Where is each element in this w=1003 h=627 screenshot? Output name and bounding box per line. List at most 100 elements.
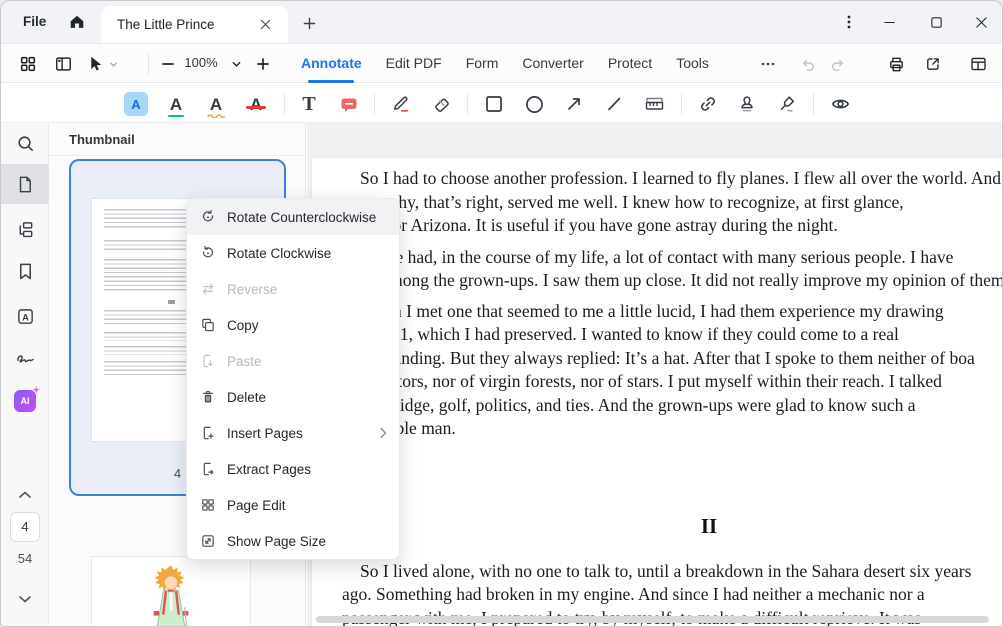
tab-annotate[interactable]: Annotate bbox=[301, 44, 362, 83]
highlight-tool-button[interactable]: A bbox=[120, 88, 152, 120]
menu-item-extract-pages[interactable]: Extract Pages bbox=[187, 451, 399, 487]
select-tool-button[interactable] bbox=[83, 49, 121, 79]
next-page-button[interactable] bbox=[1, 579, 49, 619]
show-hide-annotations-button[interactable] bbox=[824, 88, 856, 120]
horizontal-scrollbar[interactable] bbox=[316, 616, 989, 623]
menu-item-label: Copy bbox=[227, 318, 259, 333]
text-line: understanding. But they always replied: … bbox=[342, 347, 1002, 371]
tab-protect[interactable]: Protect bbox=[608, 44, 652, 83]
layout-icon bbox=[969, 55, 988, 73]
tab-form[interactable]: Form bbox=[466, 44, 499, 83]
page-size-icon bbox=[199, 532, 217, 550]
chapter-heading: II bbox=[342, 514, 1002, 539]
text-line: I have had, in the course of my life, a … bbox=[342, 246, 1002, 270]
signature-panel-button[interactable] bbox=[1, 336, 49, 376]
rotate-cw-icon bbox=[199, 244, 217, 262]
titlebar: File The Little Prince bbox=[1, 1, 1002, 43]
close-button[interactable] bbox=[964, 1, 998, 43]
measure-tool-button[interactable] bbox=[638, 88, 670, 120]
home-button[interactable] bbox=[63, 8, 91, 36]
redo-button[interactable] bbox=[823, 49, 853, 79]
plus-icon bbox=[303, 17, 316, 30]
zoom-out-button[interactable] bbox=[153, 49, 183, 79]
print-button[interactable] bbox=[881, 49, 911, 79]
extract-pages-icon bbox=[199, 460, 217, 478]
signature-tool-button[interactable] bbox=[771, 88, 803, 120]
ai-assistant-button[interactable]: AI ✦ bbox=[1, 381, 49, 421]
titlebar-menu-button[interactable] bbox=[832, 1, 866, 43]
thumbnail-page-5[interactable] bbox=[91, 556, 251, 627]
tab-edit-pdf[interactable]: Edit PDF bbox=[386, 44, 442, 83]
strikethrough-tool-button[interactable]: A bbox=[240, 88, 272, 120]
tab-converter[interactable]: Converter bbox=[522, 44, 583, 83]
squiggly-icon: A bbox=[205, 91, 227, 117]
toolbar-separator bbox=[467, 93, 468, 115]
file-menu[interactable]: File bbox=[17, 1, 52, 43]
new-tab-button[interactable] bbox=[296, 10, 322, 36]
text-line: China, or Arizona. It is useful if you h… bbox=[342, 214, 1002, 238]
more-tabs-button[interactable] bbox=[753, 49, 783, 79]
outline-panel-button[interactable] bbox=[1, 209, 49, 249]
zoom-in-button[interactable] bbox=[248, 49, 278, 79]
redo-icon bbox=[829, 56, 847, 73]
text-tool-icon: T bbox=[302, 93, 315, 116]
menu-item-rotate-counterclockwise[interactable]: Rotate Counterclockwise bbox=[187, 199, 399, 235]
line-tool-button[interactable] bbox=[598, 88, 630, 120]
share-export-button[interactable] bbox=[918, 49, 948, 79]
reading-layout-button[interactable] bbox=[963, 49, 993, 79]
menu-item-label: Page Edit bbox=[227, 498, 286, 513]
sidebar-toggle-button[interactable] bbox=[48, 49, 78, 79]
underline-tool-button[interactable]: A bbox=[160, 88, 192, 120]
arrow-icon bbox=[565, 95, 583, 113]
search-icon bbox=[16, 134, 35, 153]
circle-icon bbox=[525, 95, 544, 114]
eraser-tool-button[interactable] bbox=[425, 88, 457, 120]
rectangle-tool-button[interactable] bbox=[478, 88, 510, 120]
strikethrough-letter: A bbox=[250, 96, 262, 113]
menu-item-page-edit[interactable]: Page Edit bbox=[187, 487, 399, 523]
annotation-panel-button[interactable]: A bbox=[1, 296, 49, 336]
toolbar-separator bbox=[681, 93, 682, 115]
squiggly-tool-button[interactable]: A bbox=[200, 88, 232, 120]
tab-tools[interactable]: Tools bbox=[676, 44, 709, 83]
close-icon bbox=[975, 16, 988, 29]
document-viewer[interactable]: So I had to choose another profession. I… bbox=[307, 123, 1002, 626]
link-tool-button[interactable] bbox=[692, 88, 724, 120]
document-tab[interactable]: The Little Prince bbox=[101, 6, 288, 43]
toolbar-separator bbox=[148, 54, 149, 74]
search-panel-button[interactable] bbox=[1, 123, 49, 163]
comment-tool-button[interactable] bbox=[333, 88, 365, 120]
undo-button[interactable] bbox=[793, 49, 823, 79]
menu-item-show-page-size[interactable]: Show Page Size bbox=[187, 523, 399, 559]
stamp-tool-button[interactable] bbox=[731, 88, 763, 120]
page-organize-button[interactable] bbox=[13, 49, 43, 79]
page-edit-icon bbox=[199, 496, 217, 514]
zoom-level[interactable]: 100% bbox=[181, 44, 221, 82]
maximize-icon bbox=[930, 16, 943, 29]
text-tool-button[interactable]: T bbox=[293, 88, 325, 120]
menu-item-label: Delete bbox=[227, 390, 266, 405]
rotate-ccw-icon bbox=[199, 208, 217, 226]
cursor-caret-icon bbox=[109, 60, 118, 69]
pencil-tool-button[interactable] bbox=[385, 88, 417, 120]
menu-item-rotate-clockwise[interactable]: Rotate Clockwise bbox=[187, 235, 399, 271]
minimize-button[interactable] bbox=[872, 1, 906, 43]
copy-icon bbox=[199, 316, 217, 334]
panel-toggle-icon bbox=[54, 55, 73, 73]
previous-page-button[interactable] bbox=[1, 475, 49, 515]
left-rail: A AI ✦ 4 54 bbox=[1, 123, 49, 626]
ellipse-tool-button[interactable] bbox=[518, 88, 550, 120]
tab-close-icon[interactable] bbox=[254, 14, 276, 36]
thumbnail-panel-button[interactable] bbox=[1, 164, 49, 204]
page-icon bbox=[16, 175, 34, 194]
page-number-input[interactable]: 4 bbox=[10, 512, 40, 542]
menu-item-insert-pages[interactable]: Insert Pages bbox=[187, 415, 399, 451]
bookmark-panel-button[interactable] bbox=[1, 251, 49, 291]
menu-item-copy[interactable]: Copy bbox=[187, 307, 399, 343]
arrow-tool-button[interactable] bbox=[558, 88, 590, 120]
menu-item-delete[interactable]: Delete bbox=[187, 379, 399, 415]
maximize-button[interactable] bbox=[919, 1, 953, 43]
zoom-dropdown-button[interactable] bbox=[221, 49, 251, 79]
document-text: So I had to choose another profession. I… bbox=[342, 167, 1002, 626]
ruler-icon bbox=[644, 95, 665, 113]
